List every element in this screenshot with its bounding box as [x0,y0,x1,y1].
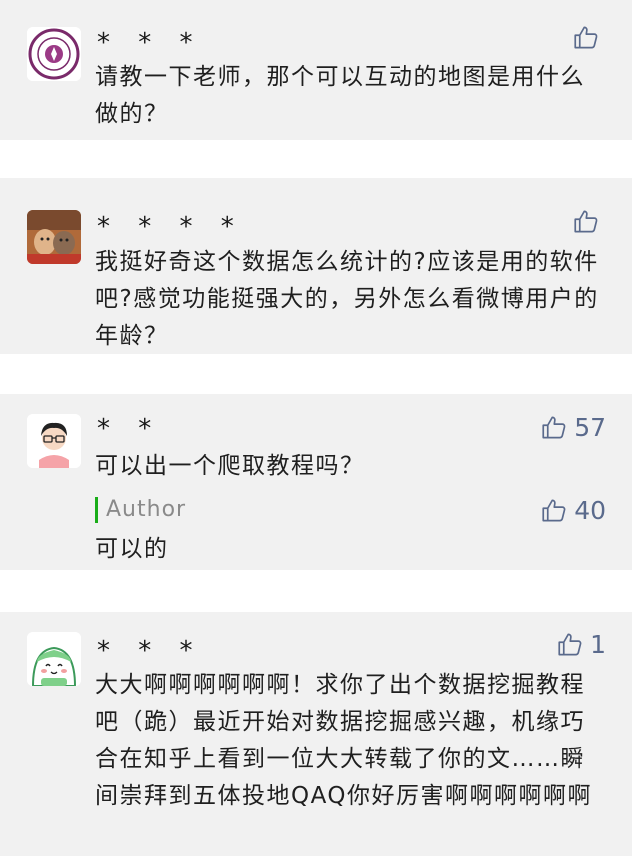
thumbs-up-icon [558,633,582,656]
avatar-glasses[interactable] [27,414,81,468]
comment-author-name: * * * [97,636,203,666]
comment-text: 请教一下老师，那个可以互动的地图是用什么做的？ [95,64,585,127]
comment-text: 可以出一个爬取教程吗？ [95,453,365,479]
avatar-nankai[interactable] [27,27,81,81]
like-button[interactable] [573,208,606,235]
comment-text: 我挺好奇这个数据怎么统计的?应该是用的软件吧?感觉功能挺强大的，另外怎么看微博用… [95,249,599,349]
like-count: 57 [574,413,606,442]
thumbs-up-icon [542,499,566,522]
comment-author-name: * * * [97,28,203,58]
avatar-cats[interactable] [27,210,81,264]
green-mascot-icon [27,632,81,686]
reply-text: 可以的 [95,536,169,562]
thumbs-up-icon [542,416,566,439]
comment-text: 大大啊啊啊啊啊啊！求你了出个数据挖掘教程吧（跪）最近开始对数据挖掘感兴趣，机缘巧… [95,672,593,809]
reply-like-button[interactable]: 40 [541,496,606,525]
comment-author-name: * * [97,414,162,444]
cartoon-person-icon [27,414,81,468]
like-button[interactable]: 1 [557,630,606,659]
nankai-logo-icon [27,27,81,81]
like-button[interactable] [573,24,606,51]
cats-photo-icon [27,210,81,264]
author-reply-tag: Author [95,497,186,523]
thumbs-up-icon [574,210,598,233]
comment-author-name: * * * * [97,212,244,242]
comment-card-2: * * * * 我挺好奇这个数据怎么统计的?应该是用的软件吧?感觉功能挺强大的，… [0,178,632,354]
comment-card-1: * * * 请教一下老师，那个可以互动的地图是用什么做的？ [0,0,632,140]
thumbs-up-icon [574,26,598,49]
comment-card-3: * * 57 可以出一个爬取教程吗？ Author 40 可以的 [0,394,632,570]
like-count: 1 [590,630,606,659]
avatar-cartoon-green[interactable] [27,632,81,686]
comment-card-4: * * * 1 大大啊啊啊啊啊啊！求你了出个数据挖掘教程吧（跪）最近开始对数据挖… [0,612,632,856]
like-button[interactable]: 57 [541,413,606,442]
reply-like-count: 40 [574,496,606,525]
